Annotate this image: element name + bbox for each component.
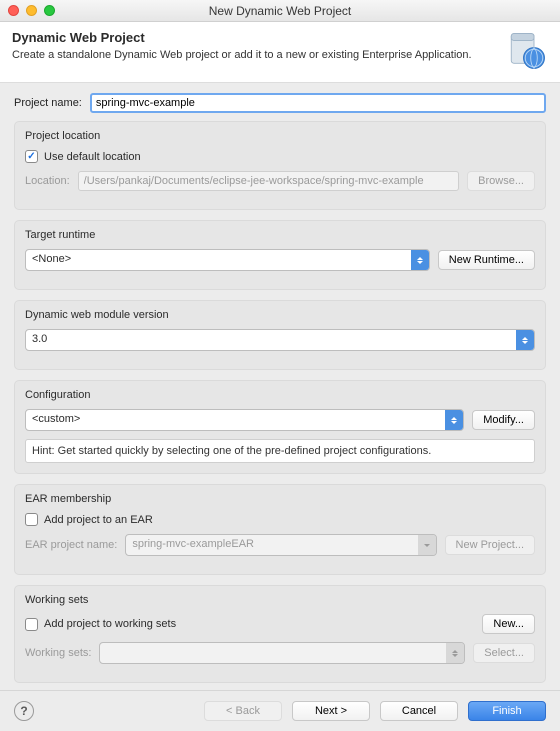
configuration-value: <custom> — [26, 410, 445, 430]
wizard-subtext: Create a standalone Dynamic Web project … — [12, 49, 496, 61]
wizard-footer: ? < Back Next > Cancel Finish — [0, 690, 560, 731]
checkbox-icon — [25, 150, 38, 163]
target-runtime-value: <None> — [26, 250, 411, 270]
module-version-value: 3.0 — [26, 330, 516, 350]
cancel-button[interactable]: Cancel — [380, 701, 458, 721]
next-button[interactable]: Next > — [292, 701, 370, 721]
stepper-icon — [516, 330, 534, 350]
configuration-title: Configuration — [25, 389, 535, 401]
ear-project-name-label: EAR project name: — [25, 539, 117, 551]
configuration-section: Configuration <custom> Modify... Hint: G… — [14, 380, 546, 474]
working-sets-section: Working sets Add project to working sets… — [14, 585, 546, 683]
target-runtime-title: Target runtime — [25, 229, 535, 241]
project-name-input[interactable] — [90, 93, 546, 113]
working-sets-select — [99, 642, 465, 664]
configuration-select[interactable]: <custom> — [25, 409, 464, 431]
checkbox-icon — [25, 618, 38, 631]
module-version-title: Dynamic web module version — [25, 309, 535, 321]
wizard-heading: Dynamic Web Project — [12, 30, 496, 45]
ear-new-project-button: New Project... — [445, 535, 535, 555]
wizard-header: Dynamic Web Project Create a standalone … — [0, 22, 560, 83]
stepper-icon — [445, 410, 463, 430]
modify-button[interactable]: Modify... — [472, 410, 535, 430]
project-location-title: Project location — [25, 130, 535, 142]
target-runtime-select[interactable]: <None> — [25, 249, 430, 271]
ear-membership-title: EAR membership — [25, 493, 535, 505]
module-version-select[interactable]: 3.0 — [25, 329, 535, 351]
working-sets-label: Working sets: — [25, 647, 91, 659]
help-icon[interactable]: ? — [14, 701, 34, 721]
checkbox-icon — [25, 513, 38, 526]
back-button: < Back — [204, 701, 282, 721]
location-input — [78, 171, 459, 191]
working-sets-select-button: Select... — [473, 643, 535, 663]
working-sets-title: Working sets — [25, 594, 535, 606]
add-to-ear-checkbox[interactable]: Add project to an EAR — [25, 513, 153, 526]
new-runtime-button[interactable]: New Runtime... — [438, 250, 535, 270]
working-sets-value — [100, 643, 446, 663]
target-runtime-section: Target runtime <None> New Runtime... — [14, 220, 546, 290]
ear-membership-section: EAR membership Add project to an EAR EAR… — [14, 484, 546, 575]
module-version-section: Dynamic web module version 3.0 — [14, 300, 546, 370]
window-title: New Dynamic Web Project — [0, 4, 560, 18]
use-default-location-checkbox[interactable]: Use default location — [25, 150, 141, 163]
chevron-down-icon — [418, 535, 436, 555]
ear-project-name-select: spring-mvc-exampleEAR — [125, 534, 436, 556]
add-to-working-sets-label: Add project to working sets — [44, 618, 176, 630]
working-sets-new-button[interactable]: New... — [482, 614, 535, 634]
project-location-section: Project location Use default location Lo… — [14, 121, 546, 210]
ear-project-name-value: spring-mvc-exampleEAR — [126, 535, 417, 555]
finish-button[interactable]: Finish — [468, 701, 546, 721]
stepper-icon — [446, 643, 464, 663]
configuration-hint: Hint: Get started quickly by selecting o… — [25, 439, 535, 463]
location-label: Location: — [25, 175, 70, 187]
wizard-icon — [506, 30, 548, 72]
title-bar: New Dynamic Web Project — [0, 0, 560, 22]
project-name-label: Project name: — [14, 97, 82, 109]
add-to-working-sets-checkbox[interactable]: Add project to working sets — [25, 618, 474, 631]
add-to-ear-label: Add project to an EAR — [44, 514, 153, 526]
browse-button: Browse... — [467, 171, 535, 191]
use-default-location-label: Use default location — [44, 151, 141, 163]
stepper-icon — [411, 250, 429, 270]
